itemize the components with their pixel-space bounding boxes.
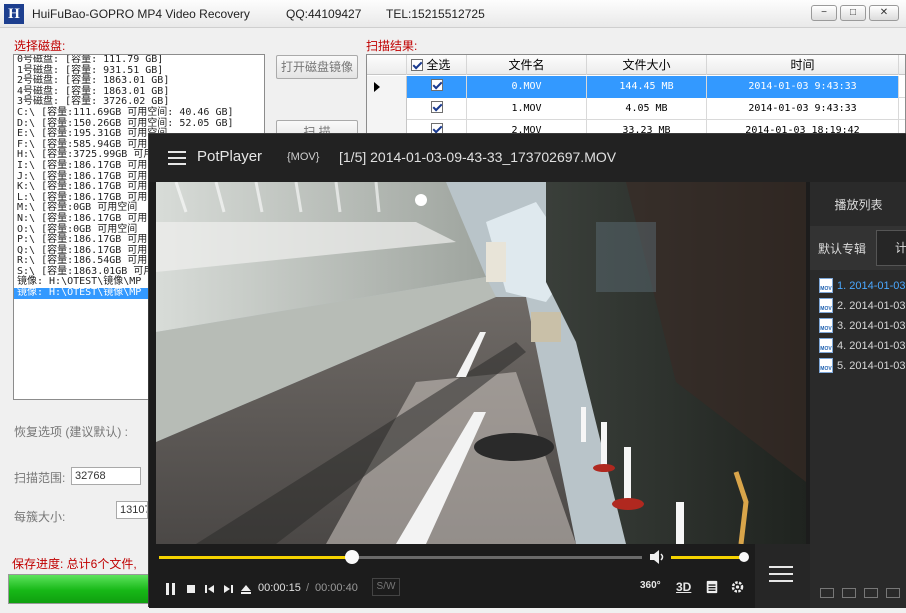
3d-button[interactable]: 3D <box>676 580 691 594</box>
disk-select-label: 选择磁盘: <box>14 39 66 53</box>
select-all-checkbox[interactable] <box>411 58 423 71</box>
mov-file-icon: MOV <box>819 297 833 313</box>
playlist-item-label: 5. 2014-01-03 <box>837 360 906 372</box>
size-column-header[interactable]: 文件大小 <box>587 55 707 75</box>
seek-bar[interactable] <box>159 550 642 564</box>
file-name-cell: 1.MOV <box>467 98 587 120</box>
row-header[interactable] <box>367 98 407 120</box>
cluster-size-label: 每簇大小: <box>14 510 66 524</box>
playlist-item[interactable]: MOV 1. 2014-01-03 <box>810 276 906 296</box>
scan-results-label: 扫描结果: <box>366 39 418 53</box>
playlist-item[interactable]: MOV 5. 2014-01-03 <box>810 356 906 376</box>
playlist-item[interactable]: MOV 3. 2014-01-03 <box>810 316 906 336</box>
mov-file-icon: MOV <box>819 357 833 373</box>
scan-range-input[interactable]: 32768 <box>71 467 141 485</box>
row-header-spacer <box>367 55 407 75</box>
time-column-header[interactable]: 时间 <box>707 55 899 75</box>
sw-decoder-button[interactable]: S/W <box>372 578 400 596</box>
file-time-cell: 2014-01-03 9:43:33 <box>707 76 899 98</box>
eject-icon[interactable] <box>240 582 252 596</box>
playlist-toolbar <box>810 578 906 608</box>
volume-icon[interactable] <box>649 549 665 565</box>
video-file-title: [1/5] 2014-01-03-09-43-33_173702697.MOV <box>339 149 617 165</box>
mov-file-icon: MOV <box>819 317 833 333</box>
move-down-icon[interactable] <box>864 588 878 598</box>
playlist-item-label: 2. 2014-01-03 <box>837 300 906 312</box>
file-time-cell: 2014-01-03 9:43:33 <box>707 98 899 120</box>
playlist-item[interactable]: MOV 4. 2014-01-03 <box>810 336 906 356</box>
pause-icon[interactable] <box>165 582 177 596</box>
playlist-item-label: 3. 2014-01-03 <box>837 320 906 332</box>
playlist-item[interactable]: MOV 2. 2014-01-03 <box>810 296 906 316</box>
table-row[interactable]: 0.MOV 144.45 MB 2014-01-03 9:43:33 <box>367 76 905 98</box>
row-header[interactable] <box>367 76 407 98</box>
previous-icon[interactable] <box>204 582 216 596</box>
cluster-size-input[interactable]: 13107 <box>116 501 148 519</box>
row-checkbox[interactable] <box>430 79 443 91</box>
volume-slider[interactable] <box>671 552 749 562</box>
street-scene-image <box>156 182 806 544</box>
vr360-button[interactable]: 360° <box>640 580 661 591</box>
volume-handle[interactable] <box>739 552 749 562</box>
player-title-bar: PotPlayer {MOV} [1/5] 2014-01-03-09-43-3… <box>149 134 906 182</box>
stop-icon[interactable] <box>185 582 197 596</box>
move-top-icon[interactable] <box>820 588 834 598</box>
open-disk-image-button[interactable]: 打开磁盘镜像 <box>276 55 358 79</box>
file-size-cell: 4.05 MB <box>587 98 707 120</box>
save-progress-bar <box>8 574 153 604</box>
minimize-button[interactable]: − <box>811 5 837 21</box>
playlist-tabs: 默认专辑 计 <box>810 226 906 270</box>
playlist-item-label: 4. 2014-01-03 <box>837 340 906 352</box>
move-bottom-icon[interactable] <box>886 588 900 598</box>
disk-list-item[interactable]: 0号磁盘: [容量: 111.79 GB] <box>14 55 264 66</box>
seek-handle[interactable] <box>345 550 360 564</box>
next-icon[interactable] <box>222 582 234 596</box>
select-all-label: 全选 <box>426 58 451 72</box>
tel-contact: TEL:15215512725 <box>386 7 485 21</box>
tab-other-album[interactable]: 计 <box>876 230 906 266</box>
title-bar: H HuiFuBao-GOPRO MP4 Video Recovery QQ:4… <box>0 0 906 28</box>
qq-contact: QQ:44109427 <box>286 7 362 21</box>
video-format-badge: {MOV} <box>287 151 320 163</box>
mov-file-icon: MOV <box>819 337 833 353</box>
seek-progress <box>159 556 353 559</box>
time-total: 00:00:40 <box>315 582 358 594</box>
name-column-header[interactable]: 文件名 <box>467 55 587 75</box>
time-current: 00:00:15 <box>258 582 301 594</box>
tab-default-album[interactable]: 默认专辑 <box>818 240 866 257</box>
scan-range-label: 扫描范围: <box>14 471 66 485</box>
file-name-cell: 0.MOV <box>467 76 587 98</box>
recovery-options-label: 恢复选项 (建议默认) : <box>14 425 128 439</box>
current-row-indicator <box>374 82 380 92</box>
table-row[interactable]: 1.MOV 4.05 MB 2014-01-03 9:43:33 <box>367 98 905 120</box>
video-frame[interactable] <box>156 182 806 544</box>
maximize-button[interactable]: □ <box>840 5 866 21</box>
playlist-title: 播放列表 <box>834 198 883 212</box>
row-checkbox-cell[interactable] <box>407 98 467 120</box>
subtitle-icon[interactable] <box>705 580 719 594</box>
app-logo: H <box>4 4 24 24</box>
control-bar: 00:00:15 / 00:00:40 S/W 360° 3D <box>149 544 810 608</box>
results-table: 全选 文件名 文件大小 时间 0.MOV 144.45 MB 2014-01-03 … <box>366 54 906 144</box>
time-separator: / <box>306 582 310 594</box>
menu-icon[interactable] <box>168 151 186 165</box>
mov-file-icon: MOV <box>819 277 833 293</box>
playlist-item-label: 1. 2014-01-03 <box>837 280 906 292</box>
save-progress-fill <box>9 575 152 603</box>
potplayer-window: PotPlayer {MOV} [1/5] 2014-01-03-09-43-3… <box>148 133 906 608</box>
playlist-toggle-button[interactable] <box>755 544 810 608</box>
row-checkbox[interactable] <box>430 101 443 113</box>
window-title: HuiFuBao-GOPRO MP4 Video Recovery <box>32 7 250 21</box>
playlist-panel: 播放列表 默认专辑 计 MOV 1. 2014-01-03 MOV 2. 2014-0… <box>810 182 906 608</box>
select-all-header[interactable]: 全选 <box>407 55 467 75</box>
file-size-cell: 144.45 MB <box>587 76 707 98</box>
results-table-header: 全选 文件名 文件大小 时间 <box>367 55 905 75</box>
row-checkbox-cell[interactable] <box>407 76 467 98</box>
save-progress-label: 保存进度: 总计6个文件, <box>12 557 137 571</box>
disk-list-item[interactable]: C:\ [容量:111.69GB 可用空间: 40.46 GB] <box>14 107 264 119</box>
settings-gear-icon[interactable] <box>729 580 746 594</box>
player-brand: PotPlayer <box>197 148 263 165</box>
close-button[interactable]: ✕ <box>869 5 899 21</box>
move-up-icon[interactable] <box>842 588 856 598</box>
